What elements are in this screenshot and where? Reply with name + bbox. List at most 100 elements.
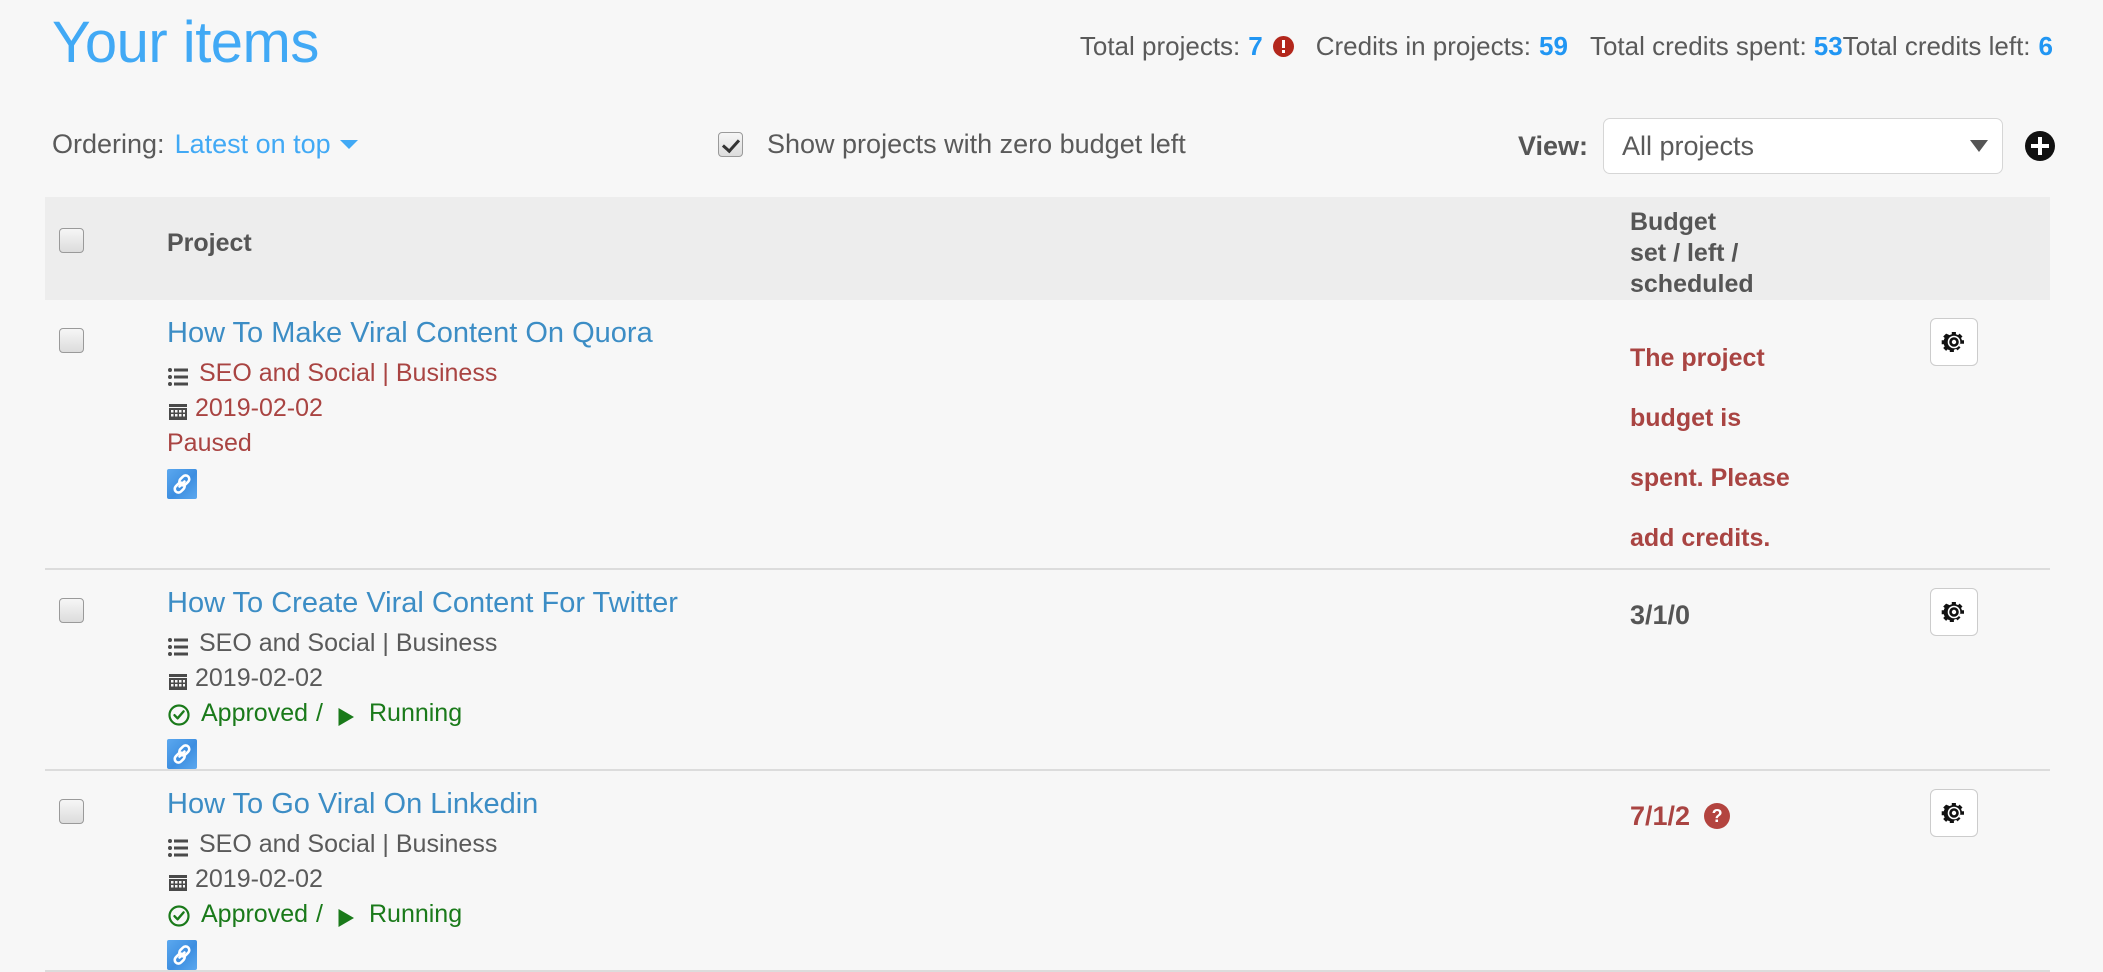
row-settings-button[interactable] (1930, 789, 1978, 837)
row-budget-cell: 7/1/2 ? (1630, 771, 1930, 833)
budget-value: 3/1/0 (1630, 600, 1691, 630)
header-project-cell: Project (167, 197, 1630, 259)
view-control: View: All projects (1518, 118, 2055, 174)
link-icon[interactable] (167, 469, 197, 499)
ordering-label: Ordering: (52, 129, 165, 159)
calendar-icon (167, 869, 189, 891)
project-status-running: Running (368, 900, 463, 928)
project-category-label: SEO and Social | Business (199, 359, 498, 387)
stat-total-projects-value: 7 (1248, 31, 1263, 61)
play-icon (335, 703, 357, 726)
project-category-label: SEO and Social | Business (199, 830, 498, 858)
row-budget-cell: 3/1/0 (1630, 570, 1930, 632)
check-circle-icon (167, 702, 191, 726)
header-budget-cell: Budget set / left / scheduled (1630, 197, 1930, 300)
project-category: SEO and Social | Business (167, 827, 1630, 862)
row-checkbox[interactable] (59, 799, 84, 824)
gear-icon (1941, 332, 1964, 352)
view-select[interactable]: All projects (1603, 118, 2003, 174)
project-status: Paused (167, 426, 1630, 461)
stat-total-credits-spent: Total credits spent: 53 (1590, 30, 1843, 62)
project-title-link[interactable]: How To Make Viral Content On Quora (167, 314, 1630, 352)
account-stats: Total projects: 7 Credits in projects: 5… (1080, 30, 2053, 62)
row-select-cell (45, 300, 167, 353)
project-date-label: 2019-02-02 (195, 664, 323, 692)
check-circle-icon (167, 903, 191, 927)
table-row: How To Create Viral Content For Twitter … (45, 570, 2050, 771)
link-icon[interactable] (167, 739, 197, 769)
row-project-cell: How To Go Viral On Linkedin SEO and Soci… (167, 771, 1630, 970)
row-project-cell: How To Make Viral Content On Quora SEO a… (167, 300, 1630, 499)
project-status: Approved / Running (167, 897, 1630, 932)
stat-total-credits-left-value: 6 (2038, 31, 2053, 61)
stat-total-projects: Total projects: 7 (1080, 30, 1294, 62)
header-budget-line1: Budget (1630, 208, 1717, 236)
header-budget-line3: scheduled (1630, 270, 1754, 298)
gear-icon (1941, 803, 1964, 823)
select-all-cell (45, 197, 167, 253)
project-date: 2019-02-02 (167, 862, 1630, 897)
list-icon (167, 834, 189, 857)
ordering-control: Ordering: Latest on top (52, 126, 358, 162)
zero-budget-checkbox[interactable] (718, 131, 743, 157)
row-project-cell: How To Create Viral Content For Twitter … (167, 570, 1630, 769)
page-header: Your items Total projects: 7 Credits in … (0, 0, 2103, 110)
row-settings-button[interactable] (1930, 588, 1978, 636)
stat-total-credits-spent-label: Total credits spent: (1589, 31, 1807, 61)
chevron-down-icon[interactable] (339, 140, 358, 149)
page-title: Your items (52, 10, 319, 75)
row-actions-cell (1930, 300, 2050, 366)
alert-icon[interactable] (1272, 35, 1294, 57)
stat-credits-in-projects: Credits in projects: 59 (1316, 30, 1568, 62)
header-budget-line2: set / left / (1630, 239, 1739, 267)
zero-budget-label: Show projects with zero budget left (767, 129, 1186, 159)
table-row: How To Make Viral Content On Quora SEO a… (45, 300, 2050, 570)
project-category-label: SEO and Social | Business (199, 629, 498, 657)
table-header-row: Project Budget set / left / scheduled (45, 197, 2050, 300)
list-icon (167, 363, 189, 386)
budget-value: 7/1/2 (1630, 801, 1691, 831)
row-checkbox[interactable] (59, 598, 84, 623)
project-date-label: 2019-02-02 (195, 394, 323, 422)
project-status-separator: / (316, 699, 323, 727)
row-actions-cell (1930, 570, 2050, 636)
row-select-cell (45, 570, 167, 623)
budget-value-wrap: 7/1/2 ? (1630, 799, 1930, 833)
project-title-link[interactable]: How To Go Viral On Linkedin (167, 785, 1630, 823)
row-actions-cell (1930, 771, 2050, 837)
stat-total-credits-spent-value: 53 (1813, 31, 1843, 61)
calendar-icon (167, 668, 189, 690)
project-status-running: Running (368, 699, 463, 727)
help-icon[interactable]: ? (1704, 803, 1731, 829)
project-status-separator: / (316, 900, 323, 928)
link-icon[interactable] (167, 940, 197, 970)
view-label: View: (1517, 130, 1588, 161)
stat-total-credits-left: Total credits left: 6 (1843, 30, 2053, 62)
row-budget-cell: The project budget is spent. Please add … (1630, 300, 1930, 568)
project-status: Approved / Running (167, 696, 1630, 731)
row-checkbox[interactable] (59, 328, 84, 353)
add-project-button[interactable] (2025, 131, 2055, 161)
project-title-link[interactable]: How To Create Viral Content For Twitter (167, 584, 1630, 622)
budget-message: The project budget is spent. Please add … (1630, 344, 1790, 552)
table-row: How To Go Viral On Linkedin SEO and Soci… (45, 771, 2050, 972)
zero-budget-filter[interactable]: Show projects with zero budget left (718, 126, 1186, 162)
controls-bar: Ordering: Latest on top Show projects wit… (0, 110, 2103, 188)
project-status-approved: Approved (201, 699, 309, 727)
project-date: 2019-02-02 (167, 391, 1630, 426)
stat-credits-in-projects-value: 59 (1539, 31, 1568, 61)
project-status-approved: Approved (201, 900, 309, 928)
row-settings-button[interactable] (1930, 318, 1978, 366)
stat-total-credits-left-label: Total credits left: (1842, 31, 2031, 61)
budget-value-wrap: 3/1/0 (1630, 598, 1930, 632)
select-all-checkbox[interactable] (59, 228, 84, 253)
project-category: SEO and Social | Business (167, 356, 1630, 391)
items-page: Your items Total projects: 7 Credits in … (0, 0, 2103, 972)
chevron-down-icon (1970, 140, 1988, 152)
project-date-label: 2019-02-02 (195, 865, 323, 893)
stat-credits-in-projects-label: Credits in projects: (1315, 31, 1532, 61)
gear-icon (1941, 602, 1964, 622)
calendar-icon (167, 398, 189, 420)
projects-table: Project Budget set / left / scheduled Ho… (45, 197, 2050, 972)
ordering-dropdown[interactable]: Latest on top (175, 129, 331, 159)
